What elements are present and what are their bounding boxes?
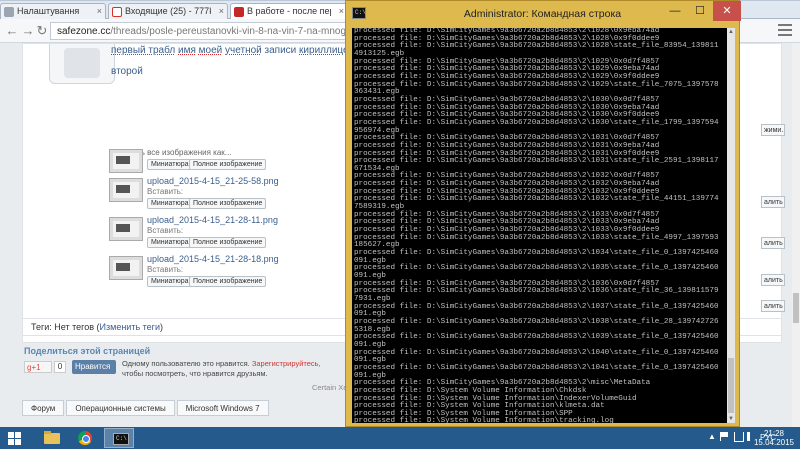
breadcrumb-item[interactable]: Форум (22, 400, 65, 416)
attachment-insert-label: Вставить: (147, 187, 184, 196)
attachment-insert-label: Вставить: (147, 226, 184, 235)
browser-menu-icon[interactable] (778, 24, 792, 36)
cmd-icon: C:\ (113, 433, 129, 445)
windows-logo-icon (8, 432, 22, 446)
delete-button[interactable]: алить (761, 300, 785, 312)
attachment-item: upload_2015-4-15_21-28-11.png Вставить: … (109, 215, 309, 249)
post-word: учетной (225, 45, 262, 56)
folder-icon (44, 431, 60, 444)
google-plus-count: 0 (54, 361, 66, 373)
clock-date: 15.04.2015 (753, 438, 794, 447)
console-output[interactable]: processed file: D:\SimCityGames\9a3b6720… (352, 28, 727, 423)
full-image-button[interactable]: Полное изображение (189, 198, 267, 209)
start-button[interactable] (0, 428, 34, 448)
thumbnail-button[interactable]: Миниатюра (147, 198, 193, 209)
settings-page-icon (4, 7, 14, 17)
cmd-icon-text: C:\ (116, 435, 127, 442)
clock[interactable]: 21:28 15.04.2015 (754, 429, 794, 447)
taskbar-chrome[interactable] (70, 428, 100, 448)
scroll-up-icon[interactable]: ▲ (727, 28, 735, 36)
attachment-filename[interactable]: upload_2015-4-15_21-28-18.png (147, 254, 279, 264)
minimize-button[interactable]: — (663, 1, 687, 21)
tab-label: Налаштування (17, 6, 80, 16)
tray-expand-icon[interactable]: ▲ (708, 432, 716, 441)
close-icon[interactable]: × (97, 6, 102, 16)
safezone-icon (234, 7, 244, 17)
url-input[interactable]: safezone.cc/threads/posle-pereustanovki-… (50, 22, 350, 40)
attachment-thumbnail[interactable] (109, 256, 143, 280)
avatar (49, 44, 115, 84)
full-image-button[interactable]: Полное изображение (189, 159, 267, 170)
maximize-button[interactable]: ☐ (689, 1, 711, 21)
attachment-item: upload_2015-4-15_21-28-18.png Вставить: … (109, 254, 309, 288)
attachment-thumbnail[interactable] (109, 217, 143, 241)
attachment-item: Миниатюра Полное изображение (109, 147, 309, 179)
url-domain: safezone.cc (57, 26, 111, 37)
post-word: имя (178, 45, 196, 56)
page-scrollbar[interactable] (792, 43, 800, 428)
breadcrumb-item[interactable]: Microsoft Windows 7 (176, 400, 269, 416)
reload-icon[interactable]: ↻ (34, 23, 50, 39)
vk-text-1: Одному пользователю это нравится. (122, 359, 252, 368)
vk-like-button[interactable]: Нравится (72, 360, 116, 374)
action-center-flag-icon[interactable] (720, 432, 729, 441)
attachment-item: upload_2015-4-15_21-25-58.png Вставить: … (109, 176, 309, 210)
attachment-filename[interactable]: upload_2015-4-15_21-28-11.png (147, 215, 278, 225)
taskbar-explorer[interactable] (36, 428, 66, 448)
full-image-button[interactable]: Полное изображение (189, 237, 267, 248)
url-path: /threads/posle-pereustanovki-vin-8-na-vi… (110, 26, 347, 37)
post-text: записи (261, 45, 300, 56)
clock-time: 21:28 (763, 429, 784, 438)
thumbnail-button[interactable]: Миниатюра (147, 237, 193, 248)
network-icon[interactable] (734, 432, 744, 442)
thumbnail-button[interactable]: Миниатюра (147, 276, 193, 287)
window-titlebar[interactable]: C:\ Administrator: Командная строка — ☐ … (346, 1, 741, 29)
scrollbar-thumb[interactable] (728, 358, 734, 413)
taskbar: C:\ ▲ РУС 21:28 15.04.2015 (0, 427, 800, 449)
attachment-thumbnail[interactable] (109, 149, 143, 173)
tab-safezone[interactable]: В работе - после переуст × (230, 3, 348, 20)
tab-settings[interactable]: Налаштування × (0, 3, 106, 19)
post-word: моей (198, 45, 223, 56)
full-image-button[interactable]: Полное изображение (189, 276, 267, 287)
delete-button[interactable]: алить (761, 196, 785, 208)
vk-register-link[interactable]: Зарегистрируйтесь, (252, 359, 321, 368)
close-icon[interactable]: × (339, 6, 344, 16)
console-text: processed file: D:\SimCityGames\9a3b6720… (354, 28, 719, 423)
post-line-1: первый трабл имя моей учетной записи кир… (111, 44, 357, 58)
close-button[interactable]: ✕ (713, 1, 741, 21)
google-plus-button[interactable]: g+1 (24, 361, 52, 373)
command-prompt-window: C:\ Administrator: Командная строка — ☐ … (345, 0, 741, 427)
console-scrollbar[interactable]: ▲ ▼ (727, 28, 735, 423)
taskbar-cmd[interactable]: C:\ (104, 428, 134, 448)
delete-button[interactable]: алить (761, 274, 785, 286)
scroll-down-icon[interactable]: ▼ (727, 415, 735, 423)
tab-gmail[interactable]: Входящие (25) - 777kpli@ × (108, 3, 228, 19)
desktop: Налаштування × Входящие (25) - 777kpli@ … (0, 0, 800, 449)
avatar-placeholder-icon (64, 48, 100, 78)
attachment-filename[interactable]: upload_2015-4-15_21-25-58.png (147, 176, 279, 186)
thumbnail-button[interactable]: Миниатюра (147, 159, 193, 170)
attachment-thumbnail[interactable] (109, 178, 143, 202)
vk-text-2: чтобы посмотреть, что нравится друзьям. (122, 369, 268, 378)
tab-label: В работе - после переуст (247, 6, 331, 16)
share-title: Поделиться этой страницей (24, 346, 151, 356)
chrome-icon (78, 431, 92, 445)
post-word: первый трабл (111, 45, 176, 56)
scrollbar-thumb[interactable] (793, 293, 799, 323)
gmail-icon (112, 7, 122, 17)
vk-like-text: Одному пользователю это нравится. Зареги… (122, 359, 321, 379)
back-icon[interactable]: ← (4, 23, 20, 39)
delete-button[interactable]: алить (761, 237, 785, 249)
tab-label: Входящие (25) - 777kpli@ (125, 6, 211, 16)
tags-label: Теги: Нет тегов ( (31, 322, 100, 332)
right-action-button[interactable]: жими... (761, 124, 785, 136)
tags-close-paren: ) (159, 322, 163, 332)
breadcrumb: Форум Операционные системы Microsoft Win… (22, 400, 271, 416)
edit-tags-link[interactable]: Изменить теги (100, 322, 160, 332)
close-icon[interactable]: × (219, 6, 224, 16)
attachment-insert-label: Вставить: (147, 265, 184, 274)
breadcrumb-item[interactable]: Операционные системы (66, 400, 175, 416)
post-line-2: второй (111, 66, 143, 77)
